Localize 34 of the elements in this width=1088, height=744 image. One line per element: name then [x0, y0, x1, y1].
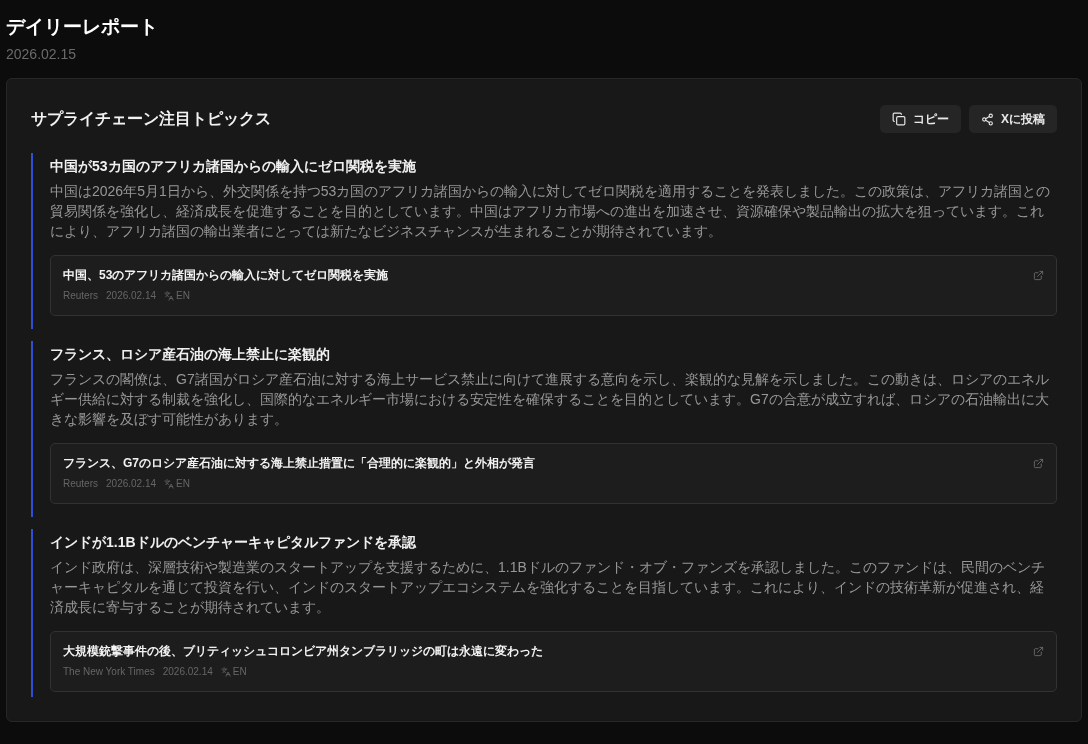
source-date: 2026.02.14 [162, 665, 213, 679]
copy-button[interactable]: コピー [880, 105, 961, 133]
topic-summary: インド政府は、深層技術や製造業のスタートアップを支援するために、1.1Bドルのファンド・オブ・ファンズを承認しました。このファンドは、民間のベンチャーキャピタルを通じて投資を行い、インドのスタートアップエコシステムを強化することを目指しています。これにより、インドの技術革新が促進され、経済成長に寄与することが期待されています。 [50, 558, 1046, 617]
source-headline: 中国、53のアフリカ諸国からの輸入に対してゼロ関税を実施 [63, 267, 389, 284]
topic-summary: フランスの閣僚は、G7諸国がロシア産石油に対する海上サービス禁止に向けて進展する意向を示し、楽観的な見解を示しました。この動きは、ロシアのエネルギー供給に対する制裁を強化し、国際的なエネルギー市場における安定性を確保することを目的としています。G7の合意が成立すれば、ロシアの石油輸出に大きな影響を及ぼす可能性があります。 [50, 370, 1050, 429]
external-link-icon [1033, 646, 1044, 657]
source-headline: 大規模銃撃事件の後、ブリティッシュコロンビア州タンブラリッジの町は永遠に変わった [63, 643, 543, 660]
source-date: 2026.02.14 [106, 477, 157, 491]
source-publisher: Reuters [63, 289, 98, 303]
translate-icon [164, 479, 175, 489]
source-publisher: The New York Times [63, 665, 155, 679]
section-title: サプライチェーン注目トピックス [31, 109, 271, 129]
topic-title: 中国が53カ国のアフリカ諸国からの輸入にゼロ関税を実施 [50, 157, 417, 176]
source-card[interactable]: 大規模銃撃事件の後、ブリティッシュコロンビア州タンブラリッジの町は永遠に変わった The New York Times 2026.02.14 EN [50, 631, 1057, 692]
page-title: デイリーレポート [6, 15, 159, 39]
source-language: EN [232, 665, 247, 679]
share-icon [981, 112, 994, 126]
source-publisher: Reuters [63, 477, 98, 491]
share-button[interactable]: Xに投稿 [969, 105, 1057, 133]
source-headline: フランス、G7のロシア産石油に対する海上禁止措置に「合理的に楽観的」と外相が発言 [63, 455, 535, 472]
source-language: EN [176, 289, 190, 303]
topic-summary: 中国は2026年5月1日から、外交関係を持つ53カ国のアフリカ諸国からの輸入に対してゼロ関税を適用することを発表しました。この政策は、アフリカ諸国との貿易関係を強化し、経済成長を促進することを目的としています。中国はアフリカ市場への進出を加速させ、資源確保や製品輸出の拡大を狙っています。これにより、アフリカ諸国の輸出業者にとっては新たなビジネスチャンスが生まれることが期待されています。 [50, 182, 1052, 241]
source-language: EN [176, 477, 190, 491]
external-link-icon [1033, 458, 1044, 469]
copy-icon [892, 112, 906, 126]
source-card[interactable]: 中国、53のアフリカ諸国からの輸入に対してゼロ関税を実施 Reuters 2026.02.14 EN [50, 255, 1057, 316]
external-link-icon [1033, 270, 1044, 281]
source-date: 2026.02.14 [106, 289, 157, 303]
topic-title: フランス、ロシア産石油の海上禁止に楽観的 [50, 345, 331, 364]
translate-icon [164, 291, 175, 301]
topic-title: インドが1.1Bドルのベンチャーキャピタルファンドを承認 [50, 533, 417, 552]
source-card[interactable]: フランス、G7のロシア産石油に対する海上禁止措置に「合理的に楽観的」と外相が発言 Reuters 2026.02.14 EN [50, 443, 1057, 504]
report-date: 2026.02.15 [6, 45, 77, 64]
translate-icon [220, 667, 231, 677]
